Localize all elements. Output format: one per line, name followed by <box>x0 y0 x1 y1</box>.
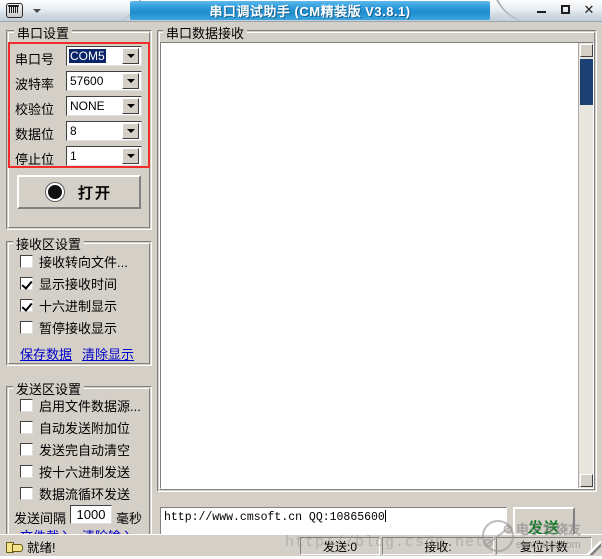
window-menu-area[interactable] <box>0 0 112 21</box>
status-sent-label: 发送:0 <box>322 539 357 554</box>
reset-counter-button[interactable]: 复位计数 <box>496 537 592 555</box>
checkbox-label-hex-display: 十六进制显示 <box>39 299 118 314</box>
checkbox-label-auto-clear: 发送完自动清空 <box>39 443 131 458</box>
window-title: 串口调试助手 (CM精装版 V3.8.1) <box>209 4 411 19</box>
send-interval-unit: 毫秒 <box>116 511 143 526</box>
checkbox-label-file-source: 启用文件数据源... <box>39 399 141 414</box>
send-interval-value: 1000 <box>76 507 106 522</box>
receive-scrollbar-thumb[interactable] <box>580 59 593 105</box>
client-area: 串口设置 串口号 COM5 波特率 57600 校验位 NONE 数据位 8 停… <box>0 22 602 554</box>
send-settings-legend: 发送区设置 <box>13 379 85 398</box>
stopbits-combo-arrow-icon[interactable] <box>122 148 139 164</box>
window-resize-grip[interactable] <box>587 541 601 555</box>
send-interval-label: 发送间隔 <box>14 511 67 526</box>
port-label: 串口号 <box>15 52 55 67</box>
checkbox-hex-display[interactable] <box>20 299 33 312</box>
close-icon[interactable]: ✕ <box>582 2 596 16</box>
status-received-counter: 接收: <box>382 537 494 555</box>
titlebar-curve-right <box>486 0 534 21</box>
text-caret <box>384 510 386 522</box>
parity-label: 校验位 <box>15 102 55 117</box>
status-ready-text: 就绪! <box>27 540 56 555</box>
checkbox-row-redirect-file[interactable]: 接收转向文件... <box>20 252 128 271</box>
reset-counter-label: 复位计数 <box>519 539 568 554</box>
receive-display-legend: 串口数据接收 <box>163 23 248 42</box>
scroll-down-arrow-icon[interactable] <box>580 474 593 487</box>
checkbox-row-loop-send[interactable]: 数据流循环发送 <box>20 484 130 503</box>
checkbox-loop-send[interactable] <box>20 487 33 500</box>
databits-combo[interactable]: 8 <box>66 121 142 141</box>
status-bar: 就绪! 发送:0 接收: 复位计数 <box>0 534 602 556</box>
checkbox-row-hex-display[interactable]: 十六进制显示 <box>20 296 117 315</box>
checkbox-redirect-file[interactable] <box>20 255 33 268</box>
port-combo[interactable]: COM5 <box>66 46 142 66</box>
baudrate-combo[interactable]: 57600 <box>66 71 142 91</box>
receive-display-area[interactable] <box>160 42 594 489</box>
checkbox-pause-display[interactable] <box>20 321 33 334</box>
checkbox-auto-append[interactable] <box>20 421 33 434</box>
send-text-value: http://www.cmsoft.cn QQ:10865600 <box>164 511 385 524</box>
checkbox-row-pause-display[interactable]: 暂停接收显示 <box>20 318 117 337</box>
checkbox-label-loop-send: 数据流循环发送 <box>39 487 131 502</box>
checkbox-label-redirect-file: 接收转向文件... <box>39 255 128 270</box>
checkbox-show-time[interactable] <box>20 277 33 290</box>
checkbox-row-auto-clear[interactable]: 发送完自动清空 <box>20 440 130 459</box>
databits-combo-value: 8 <box>70 124 77 138</box>
window-controls: ✕ <box>534 2 596 16</box>
status-received-label: 接收: <box>424 539 452 554</box>
stopbits-combo-value: 1 <box>70 149 77 163</box>
minimize-icon[interactable] <box>534 2 548 16</box>
serial-app-icon <box>6 3 23 18</box>
open-port-button[interactable]: 打开 <box>17 175 141 209</box>
parity-combo-value: NONE <box>70 99 105 113</box>
checkbox-file-source[interactable] <box>20 399 33 412</box>
serial-settings-legend: 串口设置 <box>14 23 73 42</box>
databits-label: 数据位 <box>15 127 55 142</box>
checkbox-label-hex-send: 按十六进制发送 <box>39 465 131 480</box>
databits-combo-arrow-icon[interactable] <box>122 123 139 139</box>
checkbox-label-show-time: 显示接收时间 <box>39 277 118 292</box>
port-combo-value: COM5 <box>69 49 106 63</box>
clear-display-link[interactable]: 清除显示 <box>82 344 134 363</box>
receive-settings-legend: 接收区设置 <box>13 234 85 253</box>
stopbits-label: 停止位 <box>15 152 55 167</box>
scroll-up-arrow-icon[interactable] <box>580 44 593 57</box>
parity-combo-arrow-icon[interactable] <box>122 98 139 114</box>
stopbits-combo[interactable]: 1 <box>66 146 142 166</box>
send-interval-input[interactable]: 1000 <box>70 505 112 524</box>
checkbox-row-show-time[interactable]: 显示接收时间 <box>20 274 117 293</box>
checkbox-auto-clear[interactable] <box>20 443 33 456</box>
power-dot-icon <box>45 183 64 201</box>
baudrate-combo-arrow-icon[interactable] <box>122 73 139 89</box>
status-ready: 就绪! <box>6 538 56 555</box>
window-title-bar: 串口调试助手 (CM精装版 V3.8.1) ✕ <box>0 0 602 22</box>
checkbox-label-auto-append: 自动发送附加位 <box>39 421 131 436</box>
status-sent-counter: 发送:0 <box>300 537 380 555</box>
checkbox-label-pause-display: 暂停接收显示 <box>39 321 118 336</box>
hand-pointer-icon <box>6 540 23 553</box>
checkbox-row-auto-append[interactable]: 自动发送附加位 <box>20 418 130 437</box>
maximize-icon[interactable] <box>558 2 572 16</box>
parity-combo[interactable]: NONE <box>66 96 142 116</box>
window-title-plate: 串口调试助手 (CM精装版 V3.8.1) <box>130 1 490 20</box>
open-port-label: 打开 <box>77 184 112 202</box>
chevron-down-icon[interactable] <box>33 8 41 13</box>
receive-scrollbar[interactable] <box>578 43 593 488</box>
checkbox-hex-send[interactable] <box>20 465 33 478</box>
baudrate-label: 波特率 <box>15 77 55 92</box>
port-combo-arrow-icon[interactable] <box>122 48 139 64</box>
checkbox-row-hex-send[interactable]: 按十六进制发送 <box>20 462 130 481</box>
save-data-link[interactable]: 保存数据 <box>20 344 72 363</box>
baudrate-combo-value: 57600 <box>70 74 104 88</box>
checkbox-row-file-source[interactable]: 启用文件数据源... <box>20 396 141 415</box>
